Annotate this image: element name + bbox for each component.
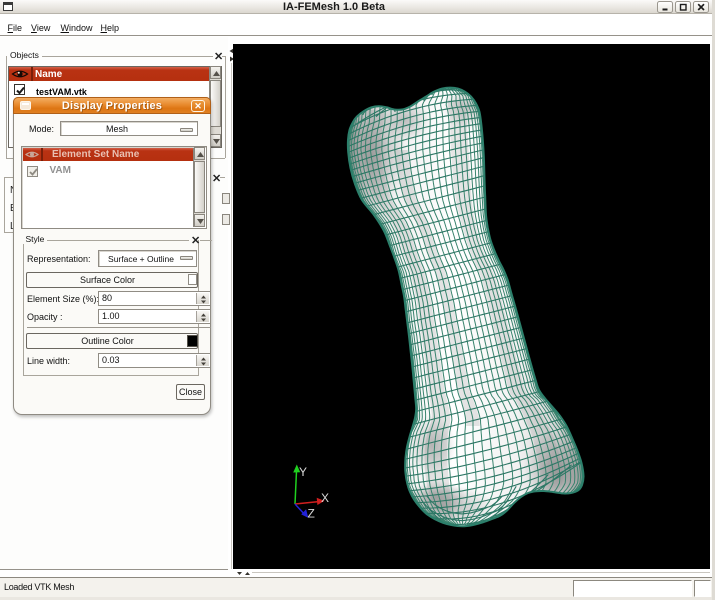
svg-text:X: X [321,491,329,505]
svg-text:Y: Y [299,465,307,479]
svg-text:Z: Z [308,507,315,521]
